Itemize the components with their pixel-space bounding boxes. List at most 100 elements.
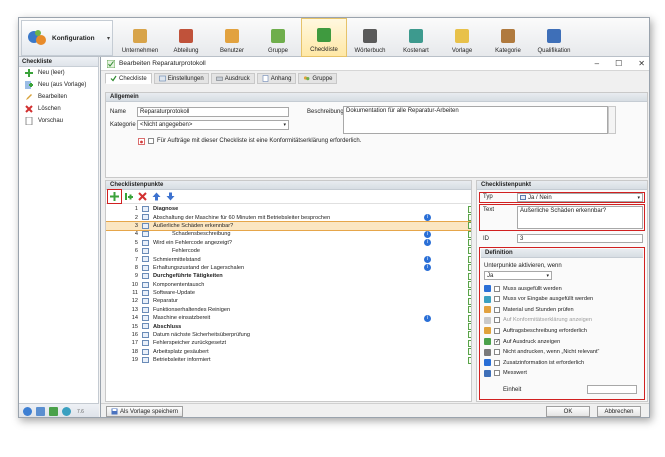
add-point-button[interactable] <box>107 189 122 204</box>
document-icon[interactable] <box>468 230 471 238</box>
document-icon[interactable] <box>468 331 471 339</box>
move-up-button[interactable] <box>152 192 161 201</box>
document-icon[interactable] <box>468 297 471 305</box>
table-row[interactable]: 8 Erhaltungszustand der Lagerschalen i <box>106 264 471 272</box>
chevron-down-icon[interactable]: ▾ <box>107 35 110 42</box>
ribbon-item-template[interactable]: Vorlage <box>439 18 485 57</box>
document-icon[interactable] <box>468 272 471 280</box>
preview-item[interactable]: Vorschau <box>19 115 98 127</box>
document-icon[interactable] <box>468 255 471 263</box>
info-icon[interactable]: i <box>424 239 431 247</box>
definition-option[interactable]: Auf Konformitätserklärung anzeigen <box>484 316 592 324</box>
document-icon[interactable] <box>468 247 471 255</box>
table-row[interactable]: 3 Äußerliche Schäden erkennbar? <box>106 220 471 232</box>
ribbon-item-building[interactable]: Unternehmen <box>117 18 163 57</box>
table-row[interactable]: 11 Software-Update <box>106 289 471 297</box>
document-icon[interactable] <box>468 239 471 247</box>
info-icon[interactable]: i <box>424 213 431 221</box>
definition-option[interactable]: Auf Ausdruck anzeigen <box>484 338 560 345</box>
konfiguration-button[interactable]: Konfiguration ▾ <box>21 20 113 56</box>
ribbon-item-department[interactable]: Abteilung <box>163 18 209 57</box>
tab-einstellungen[interactable]: Einstellungen <box>153 73 209 84</box>
document-icon[interactable] <box>468 348 471 356</box>
beschreibung-textarea[interactable]: Dokumentation für alle Reparatur-Arbeite… <box>343 106 608 134</box>
document-icon[interactable] <box>468 281 471 289</box>
option-checkbox[interactable] <box>494 285 500 292</box>
option-checkbox[interactable] <box>494 306 500 313</box>
table-row[interactable]: 14 Maschine einsatzbereit i <box>106 314 471 322</box>
id-input[interactable]: 3 <box>517 234 643 243</box>
option-checkbox[interactable] <box>494 317 500 324</box>
definition-option[interactable]: Nicht andrucken, wenn „Nicht relevant“ <box>484 348 599 356</box>
definition-option[interactable]: Messwert <box>484 369 527 377</box>
table-row[interactable]: 13 Funktionserhaltendes Reinigen <box>106 306 471 314</box>
kategorie-select[interactable]: <Nicht angegeben> ▾ <box>137 120 289 130</box>
tab-gruppe[interactable]: Gruppe <box>298 73 338 84</box>
ribbon-item-dictionary[interactable]: Wörterbuch <box>347 18 393 57</box>
table-row[interactable]: 6 Fehlercode <box>106 247 471 255</box>
new-from-template-item[interactable]: Neu (aus Vorlage) <box>19 79 98 91</box>
table-row[interactable]: 18 Arbeitsplatz gesäubert <box>106 348 471 356</box>
tab-anhang[interactable]: Anhang <box>256 73 297 84</box>
table-row[interactable]: 1 Diagnose <box>106 205 471 213</box>
ribbon-item-user[interactable]: Benutzer <box>209 18 255 57</box>
table-row[interactable]: 7 Schmiermittelstand i <box>106 255 471 263</box>
maximize-icon[interactable]: ☐ <box>615 59 622 68</box>
tab-ausdruck[interactable]: Ausdruck <box>210 73 255 84</box>
option-checkbox[interactable] <box>494 359 500 366</box>
ribbon-item-group[interactable]: Gruppe <box>255 18 301 57</box>
table-row[interactable]: 19 Betriebsleiter informiert <box>106 356 471 364</box>
document-icon[interactable] <box>468 213 471 221</box>
info-icon[interactable]: i <box>424 255 431 263</box>
document-icon[interactable] <box>468 314 471 322</box>
document-icon[interactable] <box>468 205 471 213</box>
document-icon[interactable] <box>468 222 471 230</box>
save-as-template-button[interactable]: Als Vorlage speichern <box>106 406 184 417</box>
puzzle-icon[interactable] <box>49 407 58 416</box>
table-row[interactable]: 17 Fehlerspeicher zurückgesetzt <box>106 339 471 347</box>
grid-icon[interactable] <box>36 407 45 416</box>
text-textarea[interactable]: Äußerliche Schäden erkennbar? <box>517 206 643 229</box>
info-icon[interactable]: i <box>424 230 431 238</box>
help-icon[interactable] <box>23 407 32 416</box>
document-icon[interactable] <box>468 306 471 314</box>
table-row[interactable]: 2 Abschaltung der Maschine für 60 Minuten… <box>106 213 471 221</box>
option-checkbox[interactable] <box>494 349 500 356</box>
definition-option[interactable]: Auftragsbeschreibung erforderlich <box>484 327 587 335</box>
konform-checkbox[interactable] <box>148 138 154 144</box>
table-row[interactable]: 10 Komponententausch <box>106 281 471 289</box>
ribbon-item-category[interactable]: Kategorie <box>485 18 531 57</box>
table-row[interactable]: 5 Wird ein Fehlercode angezeigt? i <box>106 239 471 247</box>
info-icon[interactable]: i <box>424 314 431 322</box>
add-subpoint-button[interactable] <box>124 192 133 201</box>
delete-item[interactable]: Löschen <box>19 103 98 115</box>
option-checkbox[interactable] <box>494 296 500 303</box>
document-icon[interactable] <box>468 322 471 330</box>
info-icon[interactable]: i <box>424 264 431 272</box>
document-icon[interactable] <box>468 264 471 272</box>
option-checkbox[interactable] <box>494 370 500 377</box>
ok-button[interactable]: OK <box>546 406 590 417</box>
table-row[interactable]: 12 Reparatur <box>106 297 471 305</box>
ribbon-item-cost[interactable]: Kostenart <box>393 18 439 57</box>
tab-checkliste[interactable]: Checkliste <box>105 73 152 84</box>
delete-point-button[interactable] <box>138 192 147 201</box>
typ-select[interactable]: Ja / Nein ▾ <box>517 193 643 202</box>
close-icon[interactable]: ✕ <box>638 59 645 68</box>
cancel-button[interactable]: Abbrechen <box>597 406 641 417</box>
ribbon-item-checklist[interactable]: Checkliste <box>301 18 347 57</box>
document-icon[interactable] <box>468 339 471 347</box>
table-row[interactable]: 15 Abschluss <box>106 322 471 330</box>
name-input[interactable]: Reparaturprotokoll <box>137 107 289 117</box>
document-icon[interactable] <box>468 289 471 297</box>
ribbon-item-qualification[interactable]: Qualifikation <box>531 18 577 57</box>
beschreibung-scrollbar[interactable] <box>608 106 616 134</box>
einheit-input[interactable] <box>587 385 637 394</box>
definition-option[interactable]: Muss vor Eingabe ausgefüllt werden <box>484 295 593 303</box>
table-row[interactable]: 4 Schadensbeschreibung i <box>106 230 471 238</box>
edit-item[interactable]: Bearbeiten <box>19 91 98 103</box>
table-row[interactable]: 16 Datum nächste Sicherheitsüberprüfung <box>106 331 471 339</box>
unterpunkte-select[interactable]: Ja ▾ <box>484 271 552 280</box>
minimize-icon[interactable]: – <box>595 59 599 68</box>
table-row[interactable]: 9 Durchgeführte Tätigkeiten <box>106 272 471 280</box>
